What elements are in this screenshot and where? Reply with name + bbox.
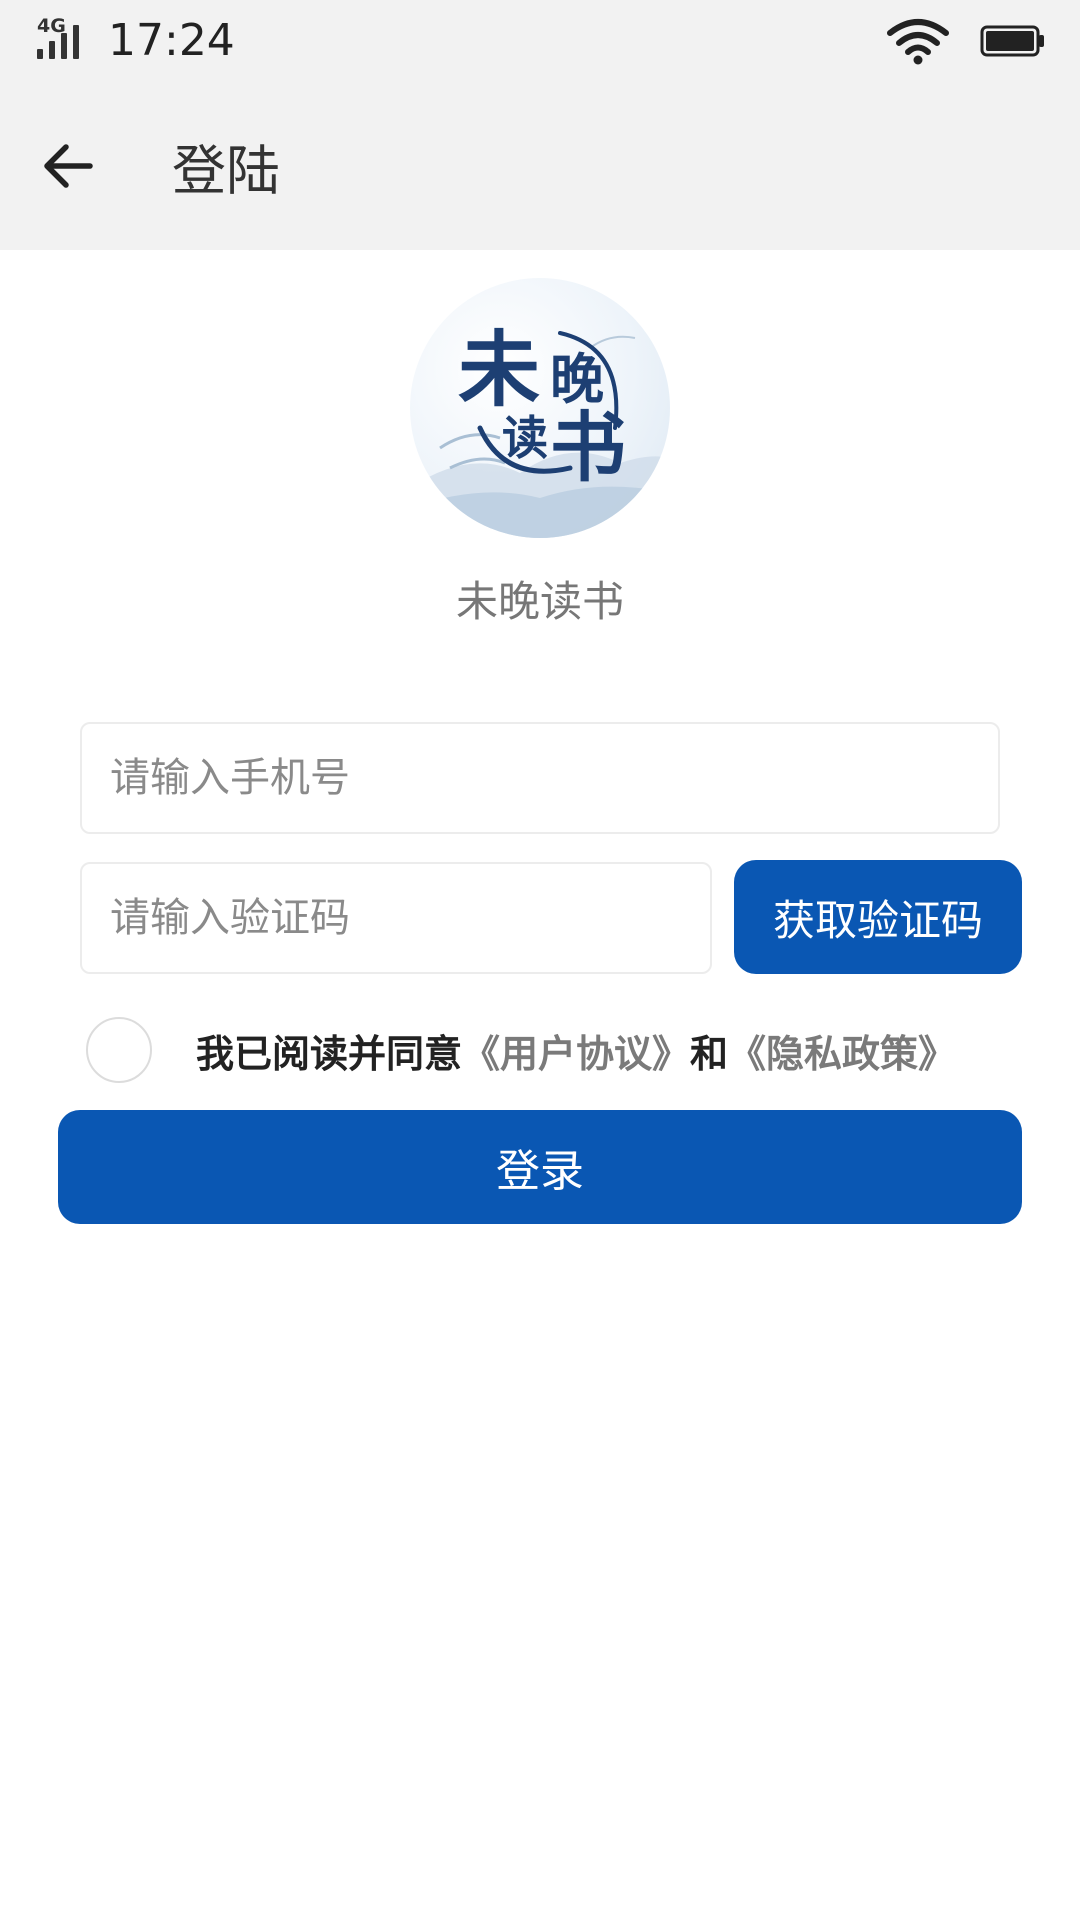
login-screen: 4G 17:24 登陆 未 晚 读 书 未晚读书 请输入手机号 请输入验证码 获…	[0, 0, 1080, 1920]
app-name: 未晚读书	[455, 577, 624, 626]
privacy-policy-link[interactable]: 《隐私政策》	[728, 1032, 956, 1076]
logo-char-1: 未	[458, 322, 540, 418]
battery-icon	[980, 24, 1046, 58]
code-field[interactable]	[80, 862, 712, 974]
signal-icon: 4G	[34, 11, 94, 71]
wifi-icon	[886, 17, 950, 65]
phone-field[interactable]	[80, 722, 1000, 834]
login-button[interactable]: 登录	[58, 1110, 1022, 1224]
app-logo: 未 晚 读 书	[410, 278, 670, 538]
title-bar: 登陆	[0, 82, 1080, 250]
user-agreement-link[interactable]: 《用户协议》	[462, 1032, 690, 1076]
agreement-checkbox[interactable]	[86, 1017, 152, 1083]
get-code-button[interactable]: 获取验证码	[734, 860, 1022, 974]
agreement-row: 我已阅读并同意《用户协议》和《隐私政策》	[86, 1016, 1046, 1084]
logo-char-2: 晚	[550, 347, 604, 411]
logo-char-4: 书	[550, 403, 626, 492]
logo-char-3: 读	[502, 411, 548, 465]
back-button[interactable]	[36, 134, 100, 198]
phone-input[interactable]	[110, 755, 970, 801]
status-bar: 4G 17:24	[0, 0, 1080, 82]
code-input[interactable]	[110, 895, 682, 941]
agreement-prefix: 我已阅读并同意	[196, 1031, 463, 1076]
status-time: 17:24	[108, 15, 235, 66]
agreement-conjunction: 和	[690, 1031, 729, 1076]
arrow-left-icon	[44, 144, 93, 188]
agreement-text: 我已阅读并同意《用户协议》和《隐私政策》	[196, 1023, 956, 1078]
page-title: 登陆	[172, 139, 280, 203]
